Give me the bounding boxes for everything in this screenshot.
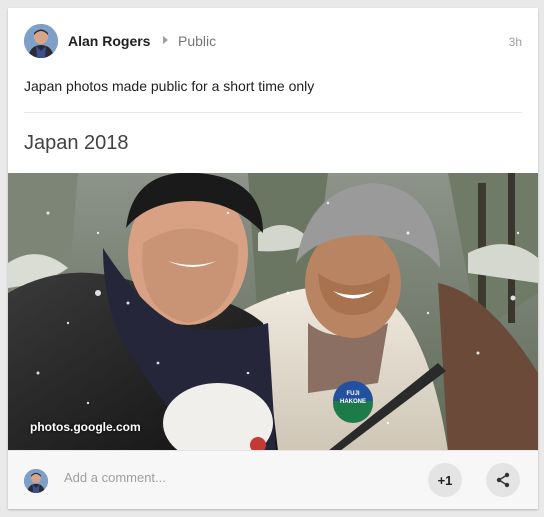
post-card: Alan Rogers Public 3h Japan photos made … [8, 8, 538, 509]
author-name[interactable]: Alan Rogers [68, 33, 150, 49]
author-avatar[interactable] [24, 24, 58, 58]
post-header: Alan Rogers Public 3h [24, 24, 522, 58]
audience-label[interactable]: Public [178, 33, 216, 49]
post-footer: Add a comment... +1 [8, 450, 538, 509]
caret-right-icon [163, 36, 168, 44]
post-text: Japan photos made public for a short tim… [24, 78, 315, 94]
album-title[interactable]: Japan 2018 [24, 132, 129, 155]
plus-one-button[interactable]: +1 [428, 463, 462, 497]
post-timestamp[interactable]: 3h [509, 35, 522, 49]
comment-input[interactable]: Add a comment... [64, 470, 166, 485]
album-photo[interactable]: FUJI HAKONE [8, 173, 538, 451]
share-icon [496, 472, 510, 488]
divider [24, 112, 522, 113]
badge-line2: HAKONE [340, 399, 366, 405]
share-button[interactable] [486, 463, 520, 497]
current-user-avatar [24, 469, 48, 493]
badge-line1: FUJI [346, 391, 359, 397]
photo-caption: photos.google.com [30, 420, 141, 434]
